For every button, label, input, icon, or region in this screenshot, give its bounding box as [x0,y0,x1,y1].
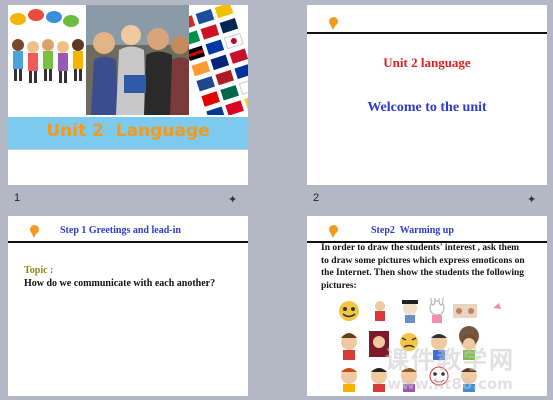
slide-heading: Step 1 Greetings and lead-in [60,225,181,236]
slide-title: Unit 2 language [383,55,471,70]
topic-label: Topic : [24,265,54,276]
slide-subtitle: Welcome to the unit [367,100,487,115]
flags-image [189,5,248,115]
slide-1-thumbnail[interactable]: Unit 2 Language [8,5,248,185]
slide-number: 1 [14,192,21,204]
slide-title: Unit 2 Language [46,121,210,141]
header-rule [8,241,248,243]
emoticons-image [339,298,501,392]
star-icon[interactable]: ✦ [228,193,237,206]
slide-2-thumbnail[interactable]: Unit 2 language Welcome to the unit [307,5,547,185]
bottom-rule [8,149,248,150]
pin-icon [30,225,39,238]
slide-3-thumbnail[interactable]: Step 1 Greetings and lead-in Topic : How… [8,216,248,396]
slide-number: 2 [313,192,320,204]
topic-question: How do we communicate with each another? [24,278,216,289]
header-rule [307,32,547,34]
pin-icon [329,17,338,30]
students-photo [86,5,189,115]
slide-heading: Step2 Warming up [371,225,454,236]
star-icon[interactable]: ✦ [527,193,536,206]
slide-4-thumbnail[interactable]: Step2 Warming up In order to draw the st… [307,216,547,396]
slide-body-text: In order to draw the students' interest … [321,243,525,291]
cartoon-children-image [8,5,86,115]
pin-icon [329,225,338,238]
